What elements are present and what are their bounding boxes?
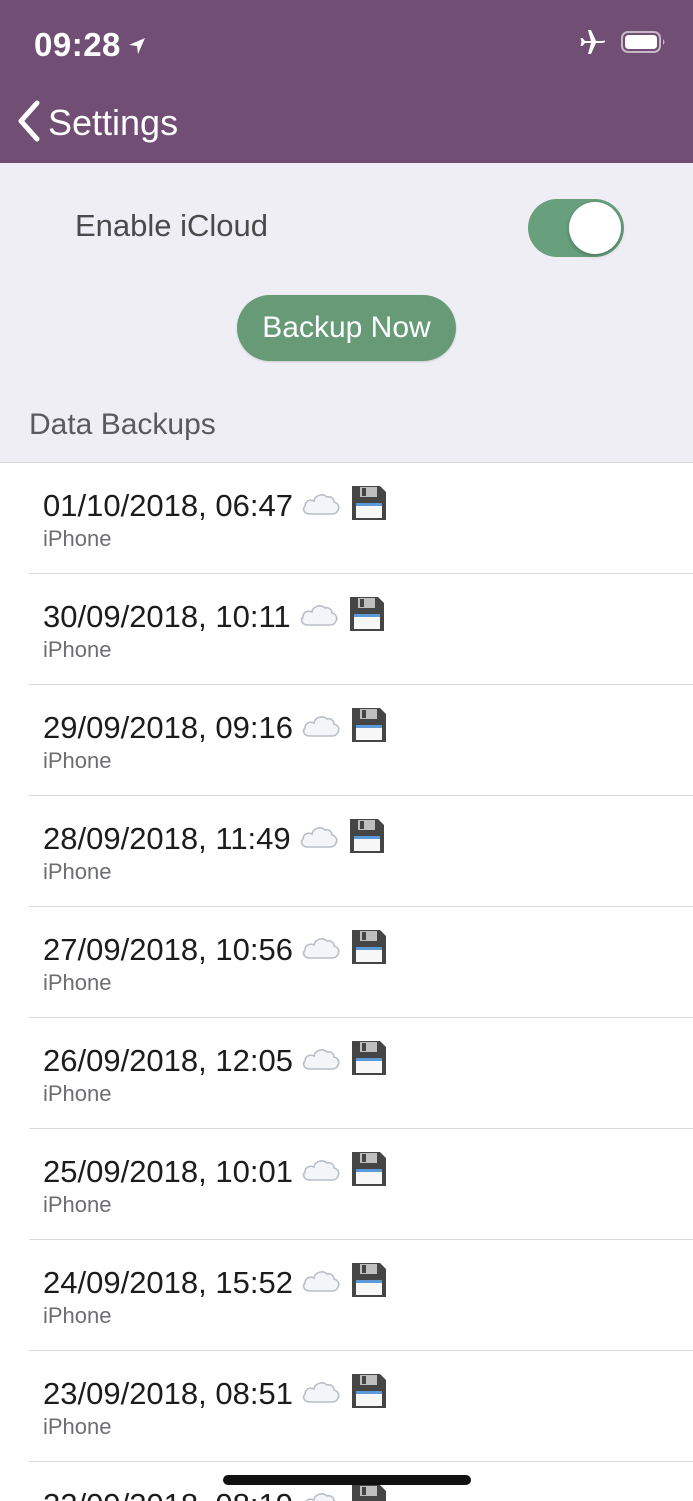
cloud-icon	[299, 599, 339, 634]
cloud-icon	[301, 1043, 341, 1078]
floppy-disk-icon	[349, 1260, 389, 1305]
backup-date: 30/09/2018, 10:11	[43, 599, 291, 635]
backup-row[interactable]: 29/09/2018, 09:16 iPhone	[0, 685, 693, 796]
floppy-disk-icon	[347, 594, 387, 639]
location-arrow-icon	[127, 26, 147, 64]
backup-device: iPhone	[43, 1303, 112, 1329]
backup-date: 29/09/2018, 09:16	[43, 710, 293, 746]
backup-now-button[interactable]: Backup Now	[237, 295, 456, 361]
icloud-toggle[interactable]	[528, 199, 624, 257]
cloud-icon	[301, 488, 341, 523]
backup-title: 25/09/2018, 10:01	[43, 1149, 389, 1194]
backup-device: iPhone	[43, 748, 112, 774]
cloud-icon	[301, 1487, 341, 1501]
backup-list: 01/10/2018, 06:47 iPhone 30/09/2018, 10:…	[0, 462, 693, 1501]
battery-icon	[621, 30, 667, 59]
backup-device: iPhone	[43, 1192, 112, 1218]
back-button[interactable]: Settings	[16, 98, 178, 148]
backup-title: 27/09/2018, 10:56	[43, 927, 389, 972]
section-header: Data Backups	[29, 408, 216, 442]
home-indicator[interactable]	[223, 1475, 471, 1485]
backup-row[interactable]: 01/10/2018, 06:47 iPhone	[0, 463, 693, 574]
cloud-icon	[301, 1376, 341, 1411]
backup-title: 30/09/2018, 10:11	[43, 594, 387, 639]
backup-row[interactable]: 27/09/2018, 10:56 iPhone	[0, 907, 693, 1018]
floppy-disk-icon	[349, 705, 389, 750]
backup-row[interactable]: 25/09/2018, 10:01 iPhone	[0, 1129, 693, 1240]
cloud-icon	[301, 1265, 341, 1300]
floppy-disk-icon	[349, 927, 389, 972]
backup-date: 23/09/2018, 08:51	[43, 1376, 293, 1412]
toggle-knob	[569, 202, 621, 254]
floppy-disk-icon	[347, 816, 387, 861]
backup-device: iPhone	[43, 1414, 112, 1440]
backup-date: 25/09/2018, 10:01	[43, 1154, 293, 1190]
floppy-disk-icon	[349, 483, 389, 528]
cloud-icon	[301, 710, 341, 745]
floppy-disk-icon	[349, 1149, 389, 1194]
floppy-disk-icon	[349, 1371, 389, 1416]
backup-title: 23/09/2018, 08:51	[43, 1371, 389, 1416]
chevron-left-icon	[16, 100, 42, 147]
icloud-toggle-label: Enable iCloud	[75, 208, 268, 244]
backup-row[interactable]: 26/09/2018, 12:05 iPhone	[0, 1018, 693, 1129]
backup-device: iPhone	[43, 1081, 112, 1107]
backup-device: iPhone	[43, 970, 112, 996]
back-label: Settings	[48, 102, 178, 144]
backup-device: iPhone	[43, 859, 112, 885]
backup-date: 27/09/2018, 10:56	[43, 932, 293, 968]
backup-title: 01/10/2018, 06:47	[43, 483, 389, 528]
backup-title: 28/09/2018, 11:49	[43, 816, 387, 861]
backup-row[interactable]: 24/09/2018, 15:52 iPhone	[0, 1240, 693, 1351]
backup-row[interactable]: 23/09/2018, 08:51 iPhone	[0, 1351, 693, 1462]
backup-date: 26/09/2018, 12:05	[43, 1043, 293, 1079]
cloud-icon	[301, 1154, 341, 1189]
status-time-label: 09:28	[34, 26, 121, 64]
backup-title: 24/09/2018, 15:52	[43, 1260, 389, 1305]
backup-title: 29/09/2018, 09:16	[43, 705, 389, 750]
status-indicators	[579, 29, 667, 60]
cloud-icon	[299, 821, 339, 856]
backup-row[interactable]: 28/09/2018, 11:49 iPhone	[0, 796, 693, 907]
backup-row[interactable]: 30/09/2018, 10:11 iPhone	[0, 574, 693, 685]
backup-date: 28/09/2018, 11:49	[43, 821, 291, 857]
backup-device: iPhone	[43, 637, 112, 663]
backup-device: iPhone	[43, 526, 112, 552]
airplane-mode-icon	[579, 29, 607, 60]
backup-date: 01/10/2018, 06:47	[43, 488, 293, 524]
floppy-disk-icon	[349, 1038, 389, 1083]
backup-date: 22/09/2018, 08:19	[43, 1487, 293, 1501]
backup-date: 24/09/2018, 15:52	[43, 1265, 293, 1301]
backup-title: 26/09/2018, 12:05	[43, 1038, 389, 1083]
cloud-icon	[301, 932, 341, 967]
status-time: 09:28	[34, 26, 147, 64]
navigation-bar: 09:28 Settings	[0, 0, 693, 163]
